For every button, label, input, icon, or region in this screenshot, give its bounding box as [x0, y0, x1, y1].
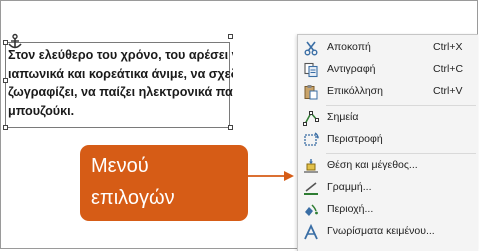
line-icon — [304, 182, 318, 195]
menu-item-cut[interactable]: Αποκοπή Ctrl+X — [298, 37, 479, 59]
resize-handle-bottom-middle[interactable] — [228, 125, 233, 130]
menu-item-label: Αντιγραφή — [327, 63, 376, 75]
area-fill-icon — [305, 204, 318, 216]
menu-item-shortcut: Ctrl+X — [433, 41, 463, 53]
menu-item-area[interactable]: Περιοχή... — [298, 199, 479, 221]
rotate-icon — [304, 132, 319, 146]
callout-box: Μενού επιλογών — [80, 145, 248, 221]
text-attributes-icon — [304, 224, 318, 240]
menu-separator — [326, 153, 476, 154]
menu-item-position-and-size[interactable]: Θέση και μέγεθος... — [298, 155, 479, 177]
resize-handle-bottom-left[interactable] — [3, 125, 8, 130]
text-line: Στον ελεύθερο του χρόνο, του αρέσει να — [8, 48, 233, 62]
copy-icon — [304, 62, 318, 78]
menu-separator — [326, 105, 476, 106]
menu-item-label: Σημεία — [327, 111, 359, 123]
text-line: μπουζούκι. — [8, 103, 75, 118]
menu-item-label: Αποκοπή — [327, 41, 371, 53]
document-text[interactable]: Στον ελεύθερο του χρόνο, του αρέσει να ι… — [8, 46, 233, 120]
menu-item-copy[interactable]: Αντιγραφή Ctrl+C — [298, 59, 479, 81]
menu-item-label: Επικόλληση — [327, 85, 384, 97]
position-size-icon — [304, 159, 318, 173]
edit-points-icon — [303, 111, 319, 126]
menu-item-rotate[interactable]: Περιστροφή — [298, 129, 479, 151]
menu-item-label: Θέση και μέγεθος... — [327, 159, 418, 171]
menu-item-label: Περιοχή... — [327, 203, 374, 215]
resize-handle-top-left[interactable] — [3, 40, 8, 45]
menu-item-paste[interactable]: Επικόλληση Ctrl+V — [298, 81, 479, 103]
callout-arrow-icon — [248, 171, 294, 181]
menu-item-points[interactable]: Σημεία — [298, 107, 479, 129]
text-line: ιαπωνικά και κορεάτικα άνιμε, να σχεδιά — [8, 66, 233, 81]
menu-item-label: Γνωρίσματα κειμένου... — [327, 225, 435, 237]
text-line: ζωγραφίζει, να παίζει ηλεκτρονικά παιχν — [8, 85, 233, 100]
resize-handle-top-middle[interactable] — [228, 34, 233, 39]
callout-text-line1: Μενού — [91, 155, 149, 177]
menu-item-shortcut: Ctrl+V — [433, 85, 463, 97]
menu-item-label: Περιστροφή — [327, 133, 383, 145]
context-menu: Αποκοπή Ctrl+X Αντιγραφή Ctrl+C Επικόλλη… — [297, 34, 478, 251]
scissors-icon — [304, 41, 318, 56]
menu-item-label: Γραμμή... — [327, 181, 372, 193]
callout-text-line2: επιλογών — [91, 187, 175, 209]
menu-item-text-attributes[interactable]: Γνωρίσματα κειμένου... — [298, 221, 479, 243]
menu-item-shortcut: Ctrl+C — [433, 63, 464, 75]
paste-icon — [304, 85, 318, 100]
menu-item-line[interactable]: Γραμμή... — [298, 177, 479, 199]
